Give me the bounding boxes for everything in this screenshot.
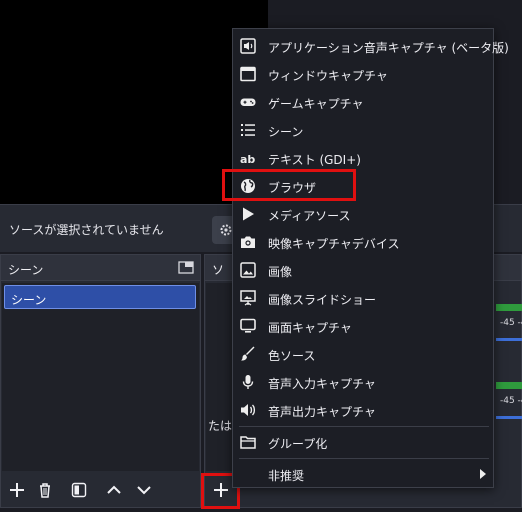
menu-item-label: ゲームキャプチャ: [268, 97, 364, 111]
slideshow-icon: [240, 290, 256, 306]
volume-meter: [496, 304, 522, 311]
menu-item-label: 画面キャプチャ: [268, 321, 352, 335]
move-scene-up-button[interactable]: [102, 479, 126, 501]
menu-item-label: 映像キャプチャデバイス: [268, 237, 400, 251]
text-icon: ab: [240, 153, 255, 166]
folder-icon: [240, 436, 256, 449]
sources-dock-title: ソ: [212, 263, 225, 277]
browser-item-highlight-box: [222, 169, 356, 201]
menu-item-text-gdi[interactable]: ab テキスト (GDI+): [233, 144, 493, 172]
play-icon: [243, 207, 254, 221]
menu-item-label: アプリケーション音声キャプチャ (ベータ版): [268, 41, 509, 55]
speaker-icon: [241, 404, 256, 416]
menu-item-label: テキスト (GDI+): [268, 153, 361, 167]
microphone-icon: [242, 375, 254, 389]
menu-item-label: 色ソース: [268, 349, 316, 363]
image-icon: [240, 262, 256, 278]
menu-item-label: 画像: [268, 265, 293, 279]
menu-item-label: シーン: [268, 125, 304, 139]
menu-item-display-capture[interactable]: 画面キャプチャ: [233, 312, 493, 340]
menu-item-audio-output-capture[interactable]: 音声出力キャプチャ: [233, 396, 493, 424]
volume-slider[interactable]: [496, 338, 522, 341]
menu-item-label: 音声入力キャプチャ: [268, 377, 376, 391]
plus-icon: [10, 483, 24, 497]
no-source-selected-text: ソースが選択されていません: [9, 223, 164, 237]
submenu-arrow-icon: [480, 469, 486, 479]
menu-item-image-slideshow[interactable]: 画像スライドショー: [233, 284, 493, 312]
speaker-app-icon: [240, 38, 256, 54]
menu-item-label: グループ化: [268, 437, 328, 451]
scenes-dock: シーン シーン: [0, 254, 201, 508]
add-source-menu: アプリケーション音声キャプチャ (ベータ版) ウィンドウキャプチャ ゲームキャプ…: [232, 28, 509, 488]
obs-main-window: ソースが選択されていません シーン シーン ソ たはこ -45 - -45 - …: [0, 0, 522, 512]
trash-icon: [40, 483, 50, 498]
menu-item-label: ウィンドウキャプチャ: [268, 69, 388, 83]
scene-list-item[interactable]: シーン: [4, 285, 196, 309]
menu-item-app-audio-capture[interactable]: アプリケーション音声キャプチャ (ベータ版): [233, 32, 509, 60]
monitor-icon: [240, 318, 256, 333]
remove-scene-button[interactable]: [33, 479, 57, 501]
gamepad-icon: [240, 98, 256, 106]
menu-item-label: 画像スライドショー: [268, 293, 377, 307]
menu-item-group[interactable]: グループ化: [233, 428, 493, 456]
scene-item-label: シーン: [11, 293, 47, 307]
menu-item-audio-input-capture[interactable]: 音声入力キャプチャ: [233, 368, 493, 396]
menu-item-label: メディアソース: [268, 209, 351, 223]
scene-list: シーン: [2, 283, 199, 471]
scenes-dock-title: シーン: [8, 263, 44, 277]
gear-icon: [220, 224, 232, 236]
chevron-up-icon: [107, 485, 121, 494]
filter-icon: [71, 482, 87, 498]
menu-separator: [239, 458, 489, 459]
scenes-dock-footer: [1, 473, 200, 507]
menu-item-scene[interactable]: シーン: [233, 116, 493, 144]
list-icon: [241, 124, 255, 136]
menu-item-label: 非推奨: [268, 469, 305, 483]
window-icon: [240, 66, 256, 82]
volume-meter: [496, 382, 522, 389]
undock-icon[interactable]: [178, 261, 194, 274]
svg-text:ab: ab: [240, 153, 255, 166]
menu-item-video-capture-device[interactable]: 映像キャプチャデバイス: [233, 228, 493, 256]
volume-slider[interactable]: [496, 416, 522, 419]
db-scale-label: -45 -4: [500, 318, 522, 328]
brush-icon: [241, 346, 255, 361]
menu-item-media-source[interactable]: メディアソース: [233, 200, 493, 228]
add-scene-button[interactable]: [5, 479, 29, 501]
scene-filters-button[interactable]: [67, 479, 91, 501]
camera-icon: [241, 236, 255, 248]
menu-item-label: 音声出力キャプチャ: [268, 405, 376, 419]
menu-item-window-capture[interactable]: ウィンドウキャプチャ: [233, 60, 493, 88]
menu-item-image[interactable]: 画像: [233, 256, 493, 284]
move-scene-down-button[interactable]: [132, 479, 156, 501]
menu-item-game-capture[interactable]: ゲームキャプチャ: [233, 88, 493, 116]
menu-separator: [239, 426, 489, 427]
menu-item-deprecated[interactable]: 非推奨: [233, 460, 493, 488]
menu-item-color-source[interactable]: 色ソース: [233, 340, 493, 368]
scenes-dock-header: シーン: [1, 255, 200, 281]
chevron-down-icon: [137, 486, 151, 495]
db-scale-label: -45 -4: [500, 396, 522, 406]
